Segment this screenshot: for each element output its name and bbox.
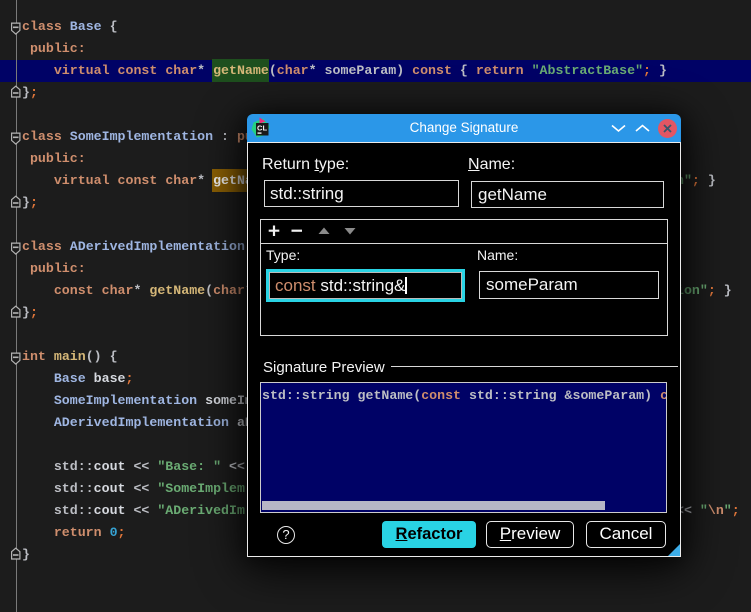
svg-text:CL: CL	[257, 124, 267, 133]
